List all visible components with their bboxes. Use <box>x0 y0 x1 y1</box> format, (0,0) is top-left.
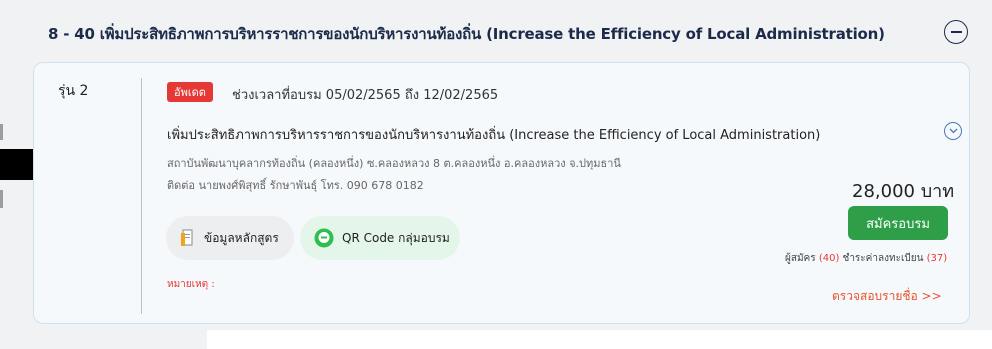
chevron-down-icon[interactable] <box>944 122 962 140</box>
price: 28,000 บาท <box>852 181 955 202</box>
document-icon <box>180 228 196 248</box>
page: 8 - 40 เพิ่มประสิทธิภาพการบริหารราชการขอ… <box>0 0 992 349</box>
side-edge-top <box>0 124 3 140</box>
note-label: หมายเหตุ : <box>167 279 215 290</box>
applicants-label: ผู้สมัคร <box>785 253 816 264</box>
qr-code-label: QR Code กลุ่มอบรม <box>342 230 450 245</box>
applicants-summary: ผู้สมัคร (40) ชำระค่าลงทะเบียน (37) <box>785 251 947 266</box>
course-header-title: 8 - 40 เพิ่มประสิทธิภาพการบริหารราชการขอ… <box>48 25 885 43</box>
register-button[interactable]: สมัครอบรม <box>848 206 948 240</box>
course-detail-label: ข้อมูลหลักสูตร <box>204 230 279 245</box>
applicants-count: (40) <box>818 253 840 264</box>
address: สถาบันพัฒนาบุคลากรท้องถิ่น (คลองหนึ่ง) ซ… <box>167 157 621 170</box>
update-badge: อัพเดต <box>167 82 213 102</box>
line-chat-icon <box>314 228 334 248</box>
minus-circle-icon[interactable] <box>944 20 968 44</box>
divider <box>141 78 142 314</box>
qr-code-button[interactable]: QR Code กลุ่มอบรม <box>300 216 460 260</box>
bottom-panel <box>207 330 992 349</box>
check-list-link[interactable]: ตรวจสอบรายชื่อ >> <box>832 287 942 306</box>
side-edge-bottom <box>0 190 3 208</box>
course-detail-button[interactable]: ข้อมูลหลักสูตร <box>166 216 294 260</box>
course-name: เพิ่มประสิทธิภาพการบริหารราชการของนักบริ… <box>167 128 821 143</box>
paid-count: (37) <box>926 253 948 264</box>
training-period: ช่วงเวลาที่อบรม 05/02/2565 ถึง 12/02/256… <box>232 88 499 103</box>
round-label: รุ่น 2 <box>58 83 89 99</box>
contact: ติดต่อ นายพงศ์พิสุทธิ์ รักษาพันธุ์ โทร. … <box>167 179 424 192</box>
course-header[interactable]: 8 - 40 เพิ่มประสิทธิภาพการบริหารราชการขอ… <box>40 12 980 54</box>
paid-label: ชำระค่าลงทะเบียน <box>842 253 924 264</box>
